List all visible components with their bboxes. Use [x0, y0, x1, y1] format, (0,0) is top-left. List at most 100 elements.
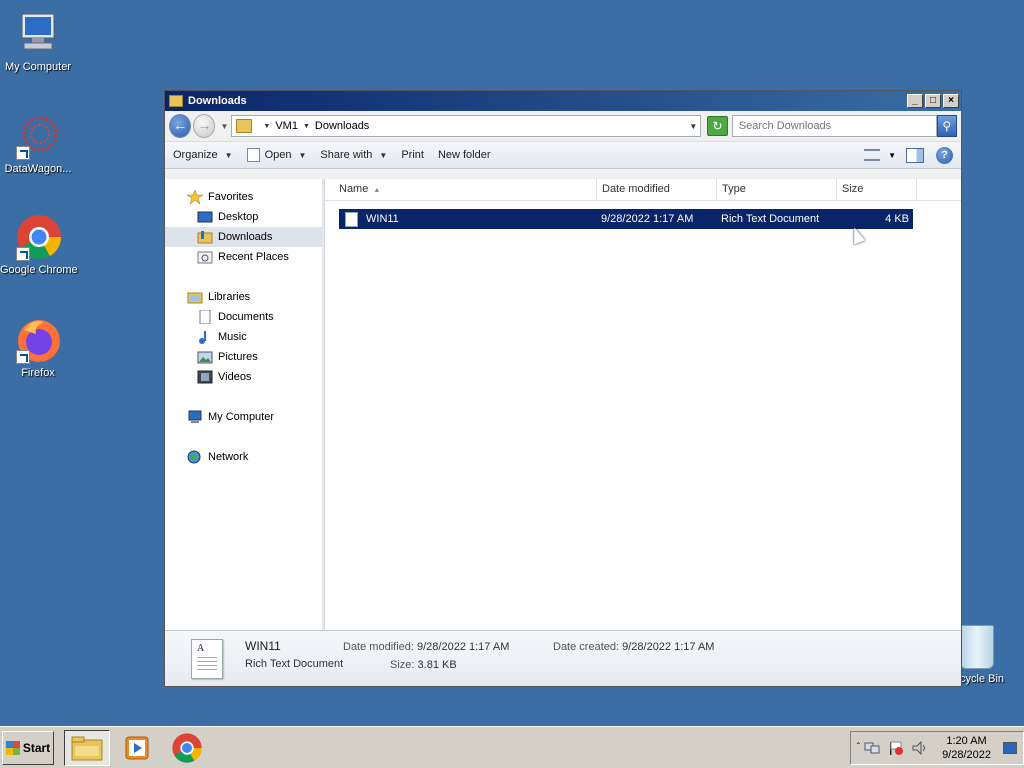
nav-item-network[interactable]: Network: [165, 447, 324, 467]
nav-item-label: Music: [218, 331, 247, 343]
desktop-icon-label: My Computer: [4, 61, 72, 73]
libraries-icon: [187, 290, 203, 304]
nav-item-label: Recent Places: [218, 251, 289, 263]
address-dropdown[interactable]: ▼: [686, 122, 700, 131]
nav-item-pictures[interactable]: Pictures: [165, 347, 324, 367]
folder-icon: [236, 119, 253, 133]
title-bar[interactable]: Downloads _ □ ×: [165, 91, 961, 111]
share-with-button[interactable]: Share with ▼: [320, 149, 387, 161]
column-header-name[interactable]: Name ▲: [325, 179, 597, 200]
change-view-icon[interactable]: [864, 149, 881, 161]
breadcrumb-vm1[interactable]: VM1: [275, 120, 298, 132]
print-button[interactable]: Print: [401, 149, 424, 161]
column-header-type[interactable]: Type: [717, 179, 837, 200]
nav-item-label: Videos: [218, 371, 252, 383]
start-button[interactable]: Start: [2, 730, 54, 765]
clock[interactable]: 1:20 AM 9/28/2022: [942, 734, 991, 762]
shortcut-arrow-icon: [16, 247, 30, 261]
star-icon: [185, 189, 205, 205]
desktop-icon-datawagon[interactable]: DataWagon...: [0, 112, 76, 176]
forward-button[interactable]: →: [193, 114, 216, 138]
organize-label: Organize: [173, 149, 218, 161]
view-dropdown[interactable]: ▼: [888, 151, 896, 160]
nav-item-downloads[interactable]: Downloads: [165, 227, 324, 247]
command-bar: Organize ▼ Open ▼ Share with ▼ Print New fo…: [165, 141, 961, 169]
file-size: 4 KB: [885, 213, 909, 225]
open-button[interactable]: Open ▼: [246, 148, 306, 162]
details-date-modified: Date modified: 9/28/2022 1:17 AM: [343, 641, 510, 653]
preview-pane-icon[interactable]: [906, 147, 924, 163]
datawagon-icon: [14, 112, 62, 160]
rtf-document-large-icon: [191, 639, 223, 679]
search-icon[interactable]: ⚲: [936, 115, 957, 137]
refresh-button[interactable]: ↻: [707, 116, 728, 136]
nav-item-recent-places[interactable]: Recent Places: [165, 247, 324, 267]
minimize-button[interactable]: _: [907, 94, 923, 108]
start-label: Start: [22, 740, 51, 755]
file-list: Name ▲ Date modified Type Size WIN11 9/28…: [325, 179, 961, 630]
file-row[interactable]: WIN11 9/28/2022 1:17 AM Rich Text Docume…: [339, 209, 913, 229]
share-with-label: Share with: [320, 149, 373, 161]
details-pane: WIN11 Rich Text Document Date modified: …: [165, 630, 961, 686]
pictures-icon: [197, 350, 213, 364]
rtf-document-icon: [345, 211, 358, 227]
column-headers: Name ▲ Date modified Type Size: [325, 179, 961, 201]
organize-button[interactable]: Organize ▼: [173, 149, 233, 161]
navigation-pane: Favorites Desktop Downloads Recent Place…: [165, 179, 325, 630]
shortcut-arrow-icon: [16, 146, 30, 160]
taskbar-chrome-button[interactable]: [164, 730, 210, 766]
nav-item-libraries[interactable]: Libraries: [165, 287, 324, 307]
desktop-icon-recycle-bin[interactable]: cycle Bin: [960, 625, 1024, 685]
nav-item-label: My Computer: [208, 411, 275, 423]
nav-item-label: Libraries: [208, 291, 251, 303]
file-date-modified: 9/28/2022 1:17 AM: [601, 213, 694, 225]
clock-time: 1:20 AM: [946, 734, 987, 747]
nav-item-favorites[interactable]: Favorites: [165, 187, 324, 207]
breadcrumb-downloads[interactable]: Downloads: [315, 120, 369, 132]
nav-item-documents[interactable]: Documents: [165, 307, 324, 327]
nav-item-desktop[interactable]: Desktop: [165, 207, 324, 227]
file-type: Rich Text Document: [721, 213, 820, 225]
network-tray-icon[interactable]: [864, 741, 880, 755]
volume-icon[interactable]: [912, 740, 928, 755]
column-header-date-modified[interactable]: Date modified: [597, 179, 717, 200]
recycle-bin-icon: [960, 625, 994, 669]
address-field[interactable]: ▼ VM1 ▼ Downloads ▼: [231, 115, 702, 137]
action-center-flag-icon[interactable]: [888, 741, 904, 755]
network-icon: [187, 450, 203, 464]
details-date-created: Date created: 9/28/2022 1:17 AM: [553, 641, 715, 653]
desktop-icon-google-chrome[interactable]: Google Chrome: [0, 213, 78, 277]
new-folder-button[interactable]: New folder: [438, 149, 491, 161]
close-button[interactable]: ×: [943, 94, 959, 108]
main-area: Favorites Desktop Downloads Recent Place…: [165, 179, 961, 630]
column-header-size[interactable]: Size: [837, 179, 917, 200]
taskbar-media-player-button[interactable]: [114, 730, 160, 766]
nav-item-videos[interactable]: Videos: [165, 367, 324, 387]
help-icon[interactable]: ?: [936, 146, 953, 164]
recent-pages-dropdown[interactable]: ▼: [220, 122, 228, 131]
sort-ascending-icon: ▲: [373, 187, 381, 194]
nav-item-label: Desktop: [218, 211, 259, 223]
desktop-icon-firefox[interactable]: Firefox: [0, 316, 76, 380]
chevron-right-icon[interactable]: ▼: [263, 123, 270, 130]
media-player-icon: [125, 736, 149, 759]
windows-logo-icon: [5, 740, 20, 755]
show-hidden-icons-button[interactable]: ˆ: [857, 742, 860, 753]
file-name: WIN11: [366, 213, 399, 225]
desktop-icon-label: DataWagon...: [4, 163, 72, 175]
folder-icon: [169, 95, 183, 107]
search-input[interactable]: [731, 115, 937, 137]
nav-item-music[interactable]: Music: [165, 327, 324, 347]
chevron-right-icon[interactable]: ▼: [303, 123, 310, 130]
maximize-button[interactable]: □: [925, 94, 941, 108]
system-tray: ˆ 1:20 AM 9/28/2022: [849, 730, 1024, 765]
show-desktop-button[interactable]: [1003, 741, 1017, 754]
back-button[interactable]: ←: [169, 114, 192, 138]
explorer-window: Downloads _ □ × ← → ▼ ▼ VM1 ▼ Downloads …: [164, 90, 962, 687]
desktop-icon-label: Google Chrome: [0, 264, 78, 276]
desktop-icon-my-computer[interactable]: My Computer: [0, 10, 76, 74]
details-size: Size: 3.81 KB: [390, 659, 457, 671]
nav-item-my-computer[interactable]: My Computer: [165, 407, 324, 427]
taskbar-explorer-button[interactable]: [64, 729, 110, 766]
nav-item-label: Favorites: [208, 191, 254, 203]
